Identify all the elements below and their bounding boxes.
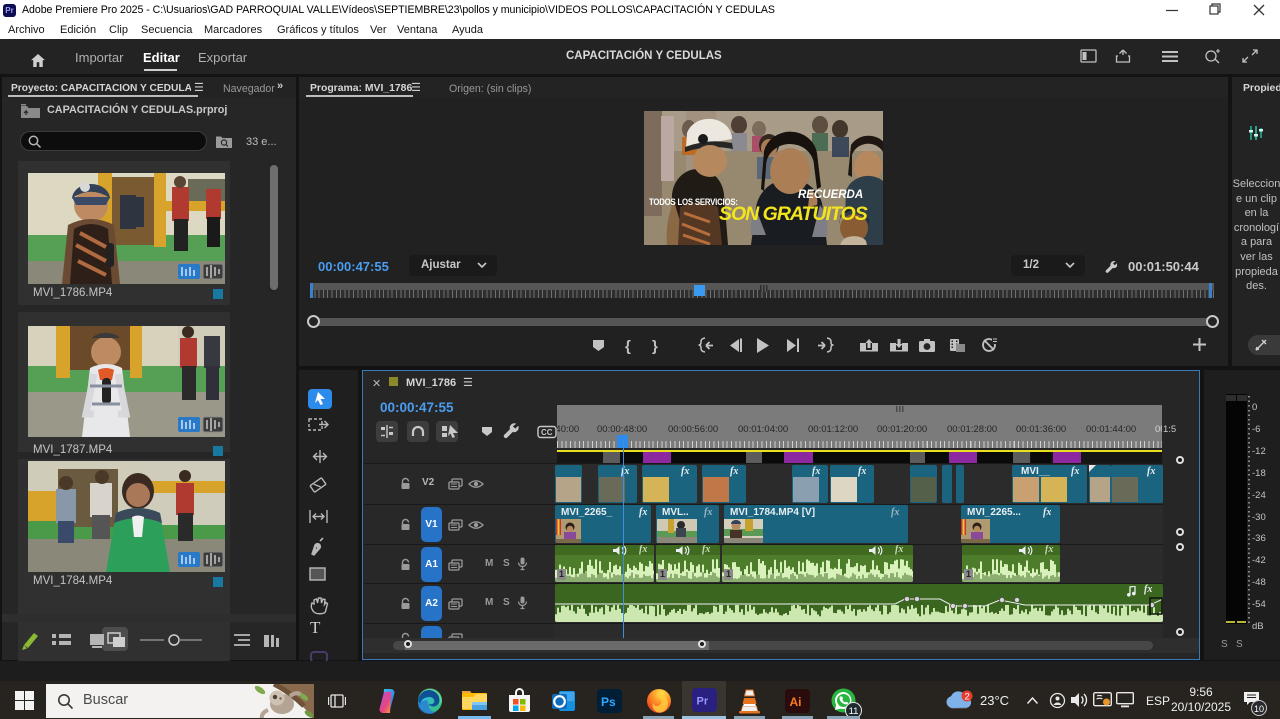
svg-text:Ai: Ai [790,695,802,709]
svg-text:Pr: Pr [697,696,709,708]
svg-text:{: { [625,338,631,355]
svg-text:CC: CC [541,428,553,437]
svg-text:}: } [652,338,658,355]
svg-text:SON GRATUITOS: SON GRATUITOS [719,203,868,225]
svg-text:RECUERDA: RECUERDA [798,189,863,201]
svg-text:Ps: Ps [601,695,616,709]
svg-text:2: 2 [965,692,970,703]
